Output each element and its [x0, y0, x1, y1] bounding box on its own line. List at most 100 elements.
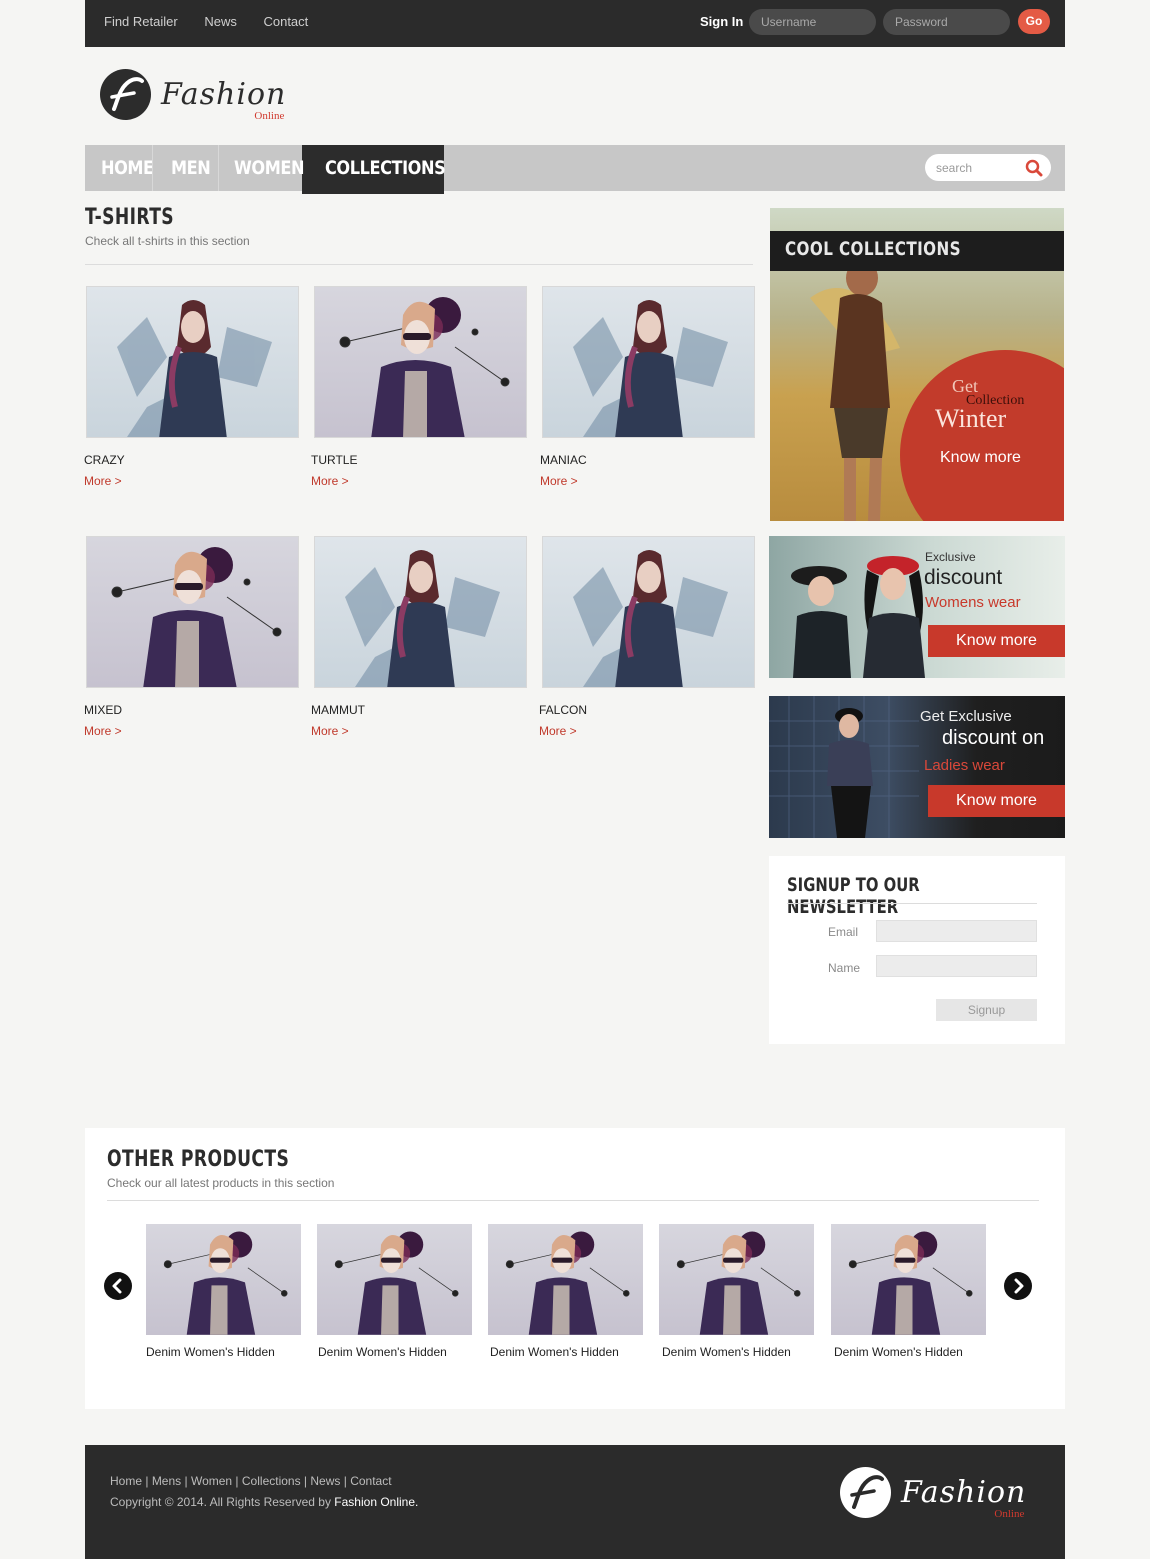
name-field[interactable] — [876, 955, 1037, 977]
carousel-product-image[interactable] — [659, 1224, 814, 1335]
product-name: CRAZY — [84, 453, 125, 467]
get-exclusive-text: Get Exclusive — [920, 708, 1012, 725]
product-more-link[interactable]: More > — [540, 474, 578, 488]
winter-text: Winter — [935, 404, 1007, 433]
logo-text: Fashion Online — [901, 1475, 1027, 1520]
product-more-link[interactable]: More > — [84, 724, 122, 738]
newsletter-box: SIGNUP TO OUR NEWSLETTER Email Name Sign… — [769, 856, 1065, 1044]
product-image-crazy[interactable] — [86, 286, 299, 438]
nav-item-home[interactable]: HOME — [101, 145, 154, 191]
nav-divider — [152, 145, 153, 191]
carousel-product-name[interactable]: Denim Women's Hidden — [318, 1345, 447, 1359]
exclusive-text: Exclusive — [925, 550, 976, 564]
womens-wear-discount-banner[interactable]: Exclusive discount Womens wear Know more — [769, 536, 1065, 678]
footer-link-contact[interactable]: Contact — [350, 1474, 391, 1488]
ladies-wear-discount-banner[interactable]: Get Exclusive discount on Ladies wear Kn… — [769, 696, 1065, 838]
logo-wordmark: Fashion — [161, 77, 287, 112]
discount-on-text: discount on — [942, 727, 1045, 749]
product-image-maniac[interactable] — [542, 286, 755, 438]
carousel-prev-button[interactable] — [104, 1272, 132, 1300]
womens-wear-know-more-button[interactable]: Know more — [928, 625, 1065, 657]
section-subtitle: Check all t-shirts in this section — [85, 234, 250, 248]
carousel-product-name[interactable]: Denim Women's Hidden — [662, 1345, 791, 1359]
top-link-contact[interactable]: Contact — [263, 14, 308, 29]
chevron-right-icon — [1014, 1278, 1024, 1294]
cool-collections-banner[interactable]: COOL COLLECTIONS Get Collection Winter K… — [770, 208, 1064, 521]
nav-divider — [218, 145, 219, 191]
footer-link-news[interactable]: News — [310, 1474, 340, 1488]
product-name: MAMMUT — [311, 703, 365, 717]
name-label: Name — [828, 961, 861, 975]
product-more-link[interactable]: More > — [311, 724, 349, 738]
carousel-next-button[interactable] — [1004, 1272, 1032, 1300]
discount-text: discount — [924, 566, 1003, 589]
newsletter-divider — [787, 903, 1037, 904]
go-button[interactable]: Go — [1018, 9, 1050, 34]
password-input[interactable] — [883, 9, 1010, 35]
email-label: Email — [828, 925, 859, 939]
carousel-product-name[interactable]: Denim Women's Hidden — [490, 1345, 619, 1359]
product-image-falcon[interactable] — [542, 536, 755, 688]
logo-f-icon — [100, 69, 151, 120]
copyright-brand: Fashion Online. — [334, 1495, 419, 1509]
search-icon[interactable] — [1025, 159, 1043, 177]
logo-f-icon — [840, 1467, 891, 1518]
product-more-link[interactable]: More > — [539, 724, 577, 738]
ladies-wear-know-more-button[interactable]: Know more — [928, 785, 1065, 817]
carousel-product-image[interactable] — [146, 1224, 301, 1335]
section-divider — [85, 264, 753, 265]
search-box — [925, 154, 1051, 181]
logo-subtext: Online — [254, 110, 285, 122]
footer-link-women[interactable]: Women — [191, 1474, 232, 1488]
chevron-left-icon — [112, 1278, 122, 1294]
signup-button[interactable]: Signup — [936, 999, 1037, 1021]
product-image-turtle[interactable] — [314, 286, 527, 438]
product-image-mammut[interactable] — [314, 536, 527, 688]
search-input[interactable] — [925, 154, 1020, 181]
logo-text: Fashion Online — [161, 77, 287, 122]
ladies-wear-text: Ladies wear — [924, 757, 1005, 774]
footer-link-home[interactable]: Home — [110, 1474, 142, 1488]
logo-subtext: Online — [994, 1508, 1025, 1520]
product-image-mixed[interactable] — [86, 536, 299, 688]
footer-link-collections[interactable]: Collections — [242, 1474, 301, 1488]
cool-collections-title: COOL COLLECTIONS — [785, 238, 961, 260]
username-input[interactable] — [749, 9, 876, 35]
carousel-product-name[interactable]: Denim Women's Hidden — [834, 1345, 963, 1359]
carousel-product-name[interactable]: Denim Women's Hidden — [146, 1345, 275, 1359]
nav-item-men[interactable]: MEN — [171, 145, 211, 191]
winter-know-more-button[interactable]: Know more — [940, 449, 1021, 467]
product-name: MANIAC — [540, 453, 587, 467]
logo-wordmark: Fashion — [901, 1475, 1027, 1510]
product-name: FALCON — [539, 703, 588, 717]
other-products-section: OTHER PRODUCTS Check our all latest prod… — [85, 1128, 1065, 1409]
footer-logo[interactable]: Fashion Online — [840, 1467, 1027, 1520]
site-footer: Home | Mens | Women | Collections | News… — [85, 1445, 1065, 1559]
top-links: Find Retailer News Contact — [104, 14, 331, 29]
newsletter-title: SIGNUP TO OUR NEWSLETTER — [787, 874, 920, 918]
carousel-product-image[interactable] — [488, 1224, 643, 1335]
other-products-subtitle: Check our all latest products in this se… — [107, 1176, 335, 1190]
top-link-find-retailer[interactable]: Find Retailer — [104, 14, 178, 29]
footer-link-mens[interactable]: Mens — [152, 1474, 181, 1488]
main-nav: HOME MEN WOMEN COLLECTIONS — [85, 145, 1065, 194]
carousel-product-image[interactable] — [831, 1224, 986, 1335]
product-more-link[interactable]: More > — [84, 474, 122, 488]
carousel-product-image[interactable] — [317, 1224, 472, 1335]
womens-wear-text: Womens wear — [925, 594, 1021, 611]
other-products-title: OTHER PRODUCTS — [107, 1147, 290, 1172]
top-bar: Find Retailer News Contact Sign In Go — [85, 0, 1065, 47]
product-name: TURTLE — [311, 453, 358, 467]
nav-item-women[interactable]: WOMEN — [234, 145, 304, 191]
product-name: MIXED — [84, 703, 123, 717]
sign-in-label: Sign In — [700, 14, 744, 29]
site-logo[interactable]: Fashion Online — [100, 69, 287, 122]
section-title: T-SHIRTS — [85, 205, 175, 230]
nav-item-collections[interactable]: COLLECTIONS — [325, 145, 446, 191]
product-more-link[interactable]: More > — [311, 474, 349, 488]
top-link-news[interactable]: News — [204, 14, 237, 29]
footer-copyright: Copyright © 2014. All Rights Reserved by… — [110, 1495, 418, 1509]
footer-links: Home | Mens | Women | Collections | News… — [110, 1474, 392, 1488]
email-field[interactable] — [876, 920, 1037, 942]
other-products-divider — [107, 1200, 1039, 1201]
